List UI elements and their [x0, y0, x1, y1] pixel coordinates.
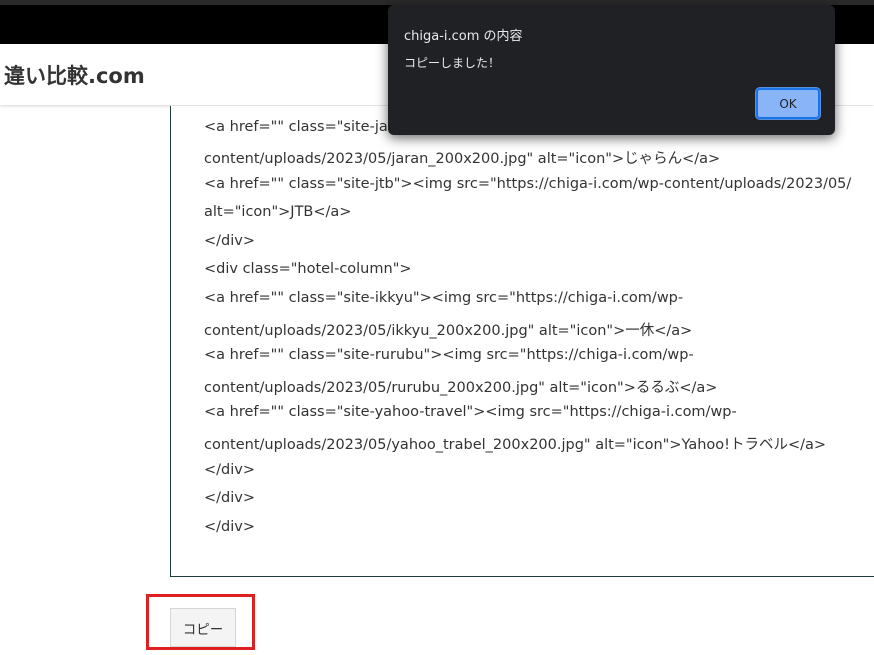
code-line: content/uploads/2023/05/rurubu_200x200.j…	[204, 380, 718, 396]
dialog-message: コピーしました！	[404, 56, 501, 70]
dialog-title: chiga-i.com の内容	[404, 29, 523, 44]
ok-button[interactable]: OK	[756, 88, 820, 119]
code-line: </div>	[204, 233, 255, 249]
code-line: <a href="" class="site-yahoo-travel"><im…	[204, 404, 737, 420]
code-line: <a href="" class="site-rurubu"><img src=…	[204, 347, 694, 363]
site-title[interactable]: 違い比較.com	[4, 60, 145, 90]
code-box: <a href="" class="site-ja content/upload…	[170, 106, 874, 577]
code-line: content/uploads/2023/05/yahoo_trabel_200…	[204, 437, 827, 453]
code-line: <a href="" class="site-jtb"><img src="ht…	[204, 176, 852, 192]
copy-button[interactable]: コピー	[170, 608, 236, 647]
code-line: content/uploads/2023/05/jaran_200x200.jp…	[204, 151, 721, 167]
code-line: </div>	[204, 490, 255, 506]
code-line: <div class="hotel-column">	[204, 261, 412, 277]
code-line: </div>	[204, 519, 255, 535]
code-line: <a href="" class="site-ikkyu"><img src="…	[204, 290, 684, 306]
code-line: content/uploads/2023/05/ikkyu_200x200.jp…	[204, 323, 693, 339]
code-line: alt="icon">JTB</a>	[204, 204, 352, 220]
code-line: <a href="" class="site-ja	[204, 119, 388, 135]
code-line: </div>	[204, 462, 255, 478]
alert-dialog: chiga-i.com の内容 コピーしました！ OK	[388, 5, 835, 135]
